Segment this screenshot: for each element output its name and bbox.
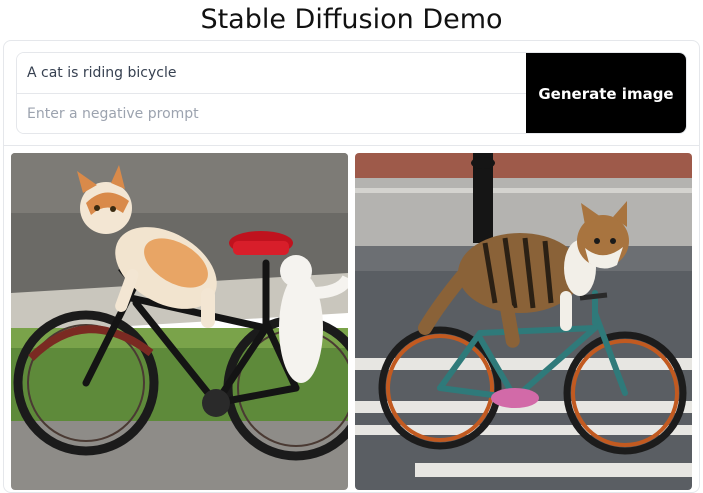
- page-title: Stable Diffusion Demo: [200, 4, 503, 35]
- prompt-form: Generate image: [16, 52, 687, 134]
- cat-bicycle-image-1: [11, 153, 348, 490]
- image-gallery: [11, 153, 692, 490]
- generated-image-1[interactable]: [11, 153, 348, 490]
- generated-image-2[interactable]: [355, 153, 692, 490]
- divider: [4, 145, 699, 146]
- prompt-input[interactable]: [17, 53, 528, 94]
- generate-image-button[interactable]: Generate image: [526, 53, 686, 133]
- negative-prompt-input[interactable]: [17, 94, 528, 133]
- demo-panel: Generate image: [3, 40, 700, 493]
- cat-bicycle-image-2: [355, 153, 692, 490]
